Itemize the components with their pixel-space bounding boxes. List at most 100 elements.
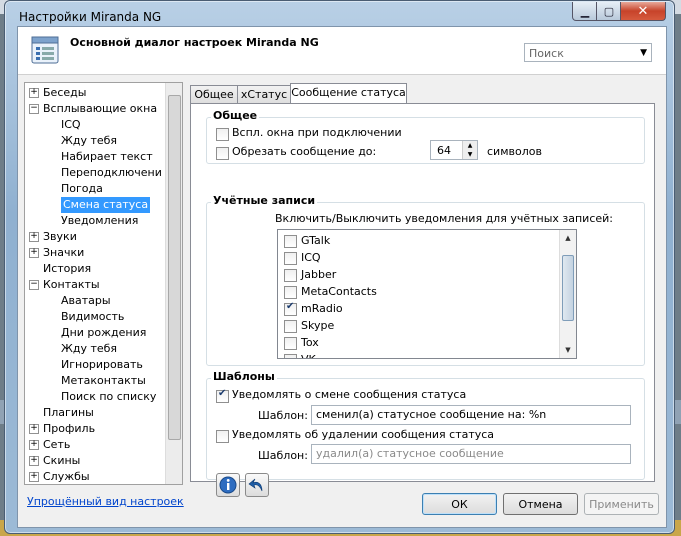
tree-item[interactable]: Звуки [43,229,77,245]
general-group-title: Общее [211,109,260,122]
search-placeholder: Поиск [529,47,564,60]
spin-down-icon[interactable]: ▼ [463,150,477,159]
tree-item[interactable]: Смена статуса [61,197,151,213]
truncate-length-spinner[interactable]: 64 ▲ ▼ [430,140,478,160]
tree-item[interactable]: Сеть [43,437,70,453]
truncate-length-value: 64 [437,144,451,157]
cancel-button[interactable]: Отмена [503,493,578,515]
tree-expander-icon[interactable]: + [29,232,39,242]
truncate-unit-label: символов [487,145,542,158]
tree-item[interactable]: Контакты [43,277,100,293]
tree-item[interactable]: Профиль [43,421,95,437]
accounts-hint: Включить/Выключить уведомления для учётн… [275,212,613,225]
tab-status-message[interactable]: Сообщение статуса [290,83,407,104]
tree-item[interactable]: Плагины [43,405,94,421]
tree-item[interactable]: Уведомления [61,213,138,229]
settings-list-icon [31,36,59,64]
spin-up-icon[interactable]: ▲ [463,141,477,150]
maximize-button[interactable]: ▢ [596,2,622,21]
tree-item[interactable]: Поиск по списку [61,389,156,405]
tree-item[interactable]: Службы [43,469,90,484]
close-button[interactable]: ✕ [620,2,666,21]
reset-templates-button[interactable] [245,473,269,497]
close-icon: ✕ [637,3,649,19]
account-checkbox[interactable] [284,235,297,248]
tree-item[interactable]: Жду тебя [61,341,117,357]
variables-help-button[interactable] [216,473,240,497]
minimize-icon: ▁ [580,4,590,18]
tree-item[interactable]: Набирает текст [61,149,153,165]
tab-general[interactable]: Общее [190,85,238,103]
tree-expander-icon[interactable]: + [29,440,39,450]
maximize-icon: ▢ [603,4,615,18]
options-window: Настройки Miranda NG ▁ ▢ ✕ Основной диал… [4,0,675,534]
tree-item[interactable]: Жду тебя [61,133,117,149]
tab-panel: Общее Вспл. окна при подключении Обрезат… [190,103,655,497]
account-checkbox[interactable] [284,354,297,358]
tree-item[interactable]: Видимость [61,309,124,325]
account-checkbox[interactable] [284,252,297,265]
tree-item[interactable]: ICQ [61,117,81,133]
account-checkbox[interactable] [284,269,297,282]
tree-expander-icon[interactable]: + [29,248,39,258]
tree-item[interactable]: Погода [61,181,103,197]
account-checkbox[interactable] [284,337,297,350]
notify-remove-checkbox[interactable] [216,430,229,443]
tree-expander-icon[interactable]: + [29,424,39,434]
ok-button[interactable]: ОК [422,493,497,515]
notify-change-checkbox[interactable] [216,388,229,403]
tree-item[interactable]: Беседы [43,85,86,101]
tree-expander-icon[interactable]: − [29,104,39,114]
info-icon [219,476,237,494]
account-label: MetaContacts [301,285,377,298]
tab-xstatus[interactable]: xСтатус [237,85,291,103]
tree-expander-icon[interactable]: + [29,472,39,482]
tree-expander-icon[interactable]: − [29,280,39,290]
account-checkbox[interactable] [284,301,297,316]
undo-arrow-icon [248,478,263,492]
tree-item[interactable]: Всплывающие окна [43,101,157,117]
tree-item[interactable]: Аватары [61,293,111,309]
options-tree[interactable]: + Беседы − Всплывающие окна ICQ Жду тебя Набир… [24,82,183,485]
tree-item[interactable]: Игнорировать [61,357,143,373]
remove-template-label: Шаблон: [258,449,308,462]
tree-scrollbar[interactable] [165,83,182,484]
dialog-heading: Основной диалог настроек Miranda NG [70,36,319,49]
change-template-label: Шаблон: [258,409,308,422]
accounts-list[interactable]: ▲ ▼ GTalk ICQ Jabber MetaContacts mRadio Skyp… [277,229,577,359]
popup-on-connect-checkbox[interactable] [216,128,229,141]
tree-item[interactable]: Скины [43,453,80,469]
minimize-button[interactable]: ▁ [572,2,598,21]
tree-item[interactable]: Метаконтакты [61,373,146,389]
account-label: VK [301,353,316,358]
tree-item[interactable]: История [43,261,91,277]
tree-scrollbar-thumb[interactable] [168,95,181,440]
tree-expander-icon[interactable]: + [29,88,39,98]
tree-expander-icon[interactable]: + [29,456,39,466]
scroll-up-icon[interactable]: ▲ [560,230,576,246]
account-label: Tox [301,336,319,349]
accounts-list-scrollbar[interactable]: ▲ ▼ [559,230,576,358]
notify-remove-label: Уведомлять об удалении сообщения статуса [232,428,495,441]
truncate-message-label: Обрезать сообщение до: [232,145,377,158]
change-template-input[interactable]: сменил(а) статусное сообщение на: %n [311,405,631,425]
truncate-message-checkbox[interactable] [216,147,229,160]
tree-item[interactable]: Дни рождения [61,325,146,341]
search-combobox[interactable]: Поиск ▼ [524,43,652,62]
dialog-client-area: Основной диалог настроек Miranda NG Поис… [17,26,667,528]
account-checkbox[interactable] [284,286,297,299]
apply-button[interactable]: Применить [584,493,659,515]
accounts-list-scrollbar-thumb[interactable] [562,255,574,321]
account-label: mRadio [301,302,343,315]
spinner-buttons: ▲ ▼ [462,141,477,159]
tree-item[interactable]: Переподключени [61,165,162,181]
account-label: Jabber [301,268,337,281]
account-checkbox[interactable] [284,320,297,333]
tree-item[interactable]: Значки [43,245,84,261]
simple-view-link[interactable]: Упрощённый вид настроек [27,495,184,508]
accounts-group-title: Учётные записи [211,194,318,207]
remove-template-input[interactable]: удалил(а) статусное сообщение [311,444,631,464]
templates-group-title: Шаблоны [211,370,277,383]
chevron-down-icon: ▼ [640,48,647,58]
scroll-down-icon[interactable]: ▼ [560,342,576,358]
